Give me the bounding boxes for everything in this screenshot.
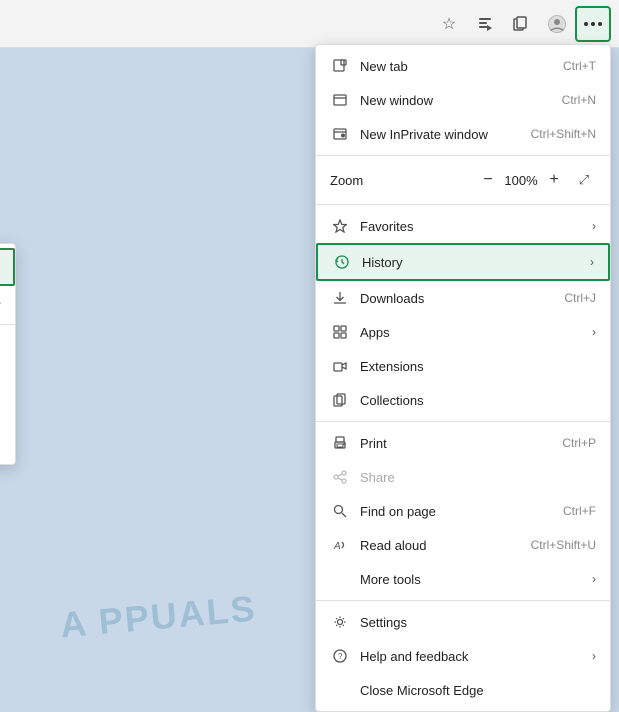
menu-label-downloads: Downloads	[360, 291, 556, 306]
menu-item-apps[interactable]: Apps ›	[316, 315, 610, 349]
menu-item-new-inprivate[interactable]: New InPrivate window Ctrl+Shift+N	[316, 117, 610, 151]
menu-label-settings: Settings	[360, 615, 596, 630]
menu-shortcut-read-aloud: Ctrl+Shift+U	[531, 538, 596, 552]
submenu-item-clear-browsing[interactable]: Clear browsing data Ctrl+Shift+Delete	[0, 286, 15, 320]
menu-label-apps: Apps	[360, 325, 588, 340]
menu-label-print: Print	[360, 436, 554, 451]
extensions-icon	[330, 356, 350, 376]
appuals-watermark: A PPUALS	[59, 588, 259, 647]
print-icon	[330, 433, 350, 453]
favorites-icon	[330, 216, 350, 236]
main-menu: New tab Ctrl+T New window Ctrl+N New InP…	[315, 44, 611, 712]
menu-label-new-inprivate: New InPrivate window	[360, 127, 523, 142]
browser-toolbar: ☆	[0, 0, 619, 48]
favorites-arrow-icon: ›	[592, 219, 596, 233]
zoom-label: Zoom	[330, 173, 474, 188]
apps-icon	[330, 322, 350, 342]
svg-text:A: A	[333, 541, 341, 552]
divider-4	[316, 600, 610, 601]
favorites-icon[interactable]: ☆	[431, 6, 467, 42]
submenu-shortcut-clear-browsing: Ctrl+Shift+Delete	[0, 296, 1, 310]
zoom-plus-button[interactable]: +	[540, 166, 568, 194]
more-icon[interactable]	[575, 6, 611, 42]
recently-closed-item-1[interactable]: b	[0, 356, 15, 382]
zoom-value: 100%	[502, 173, 540, 188]
menu-label-favorites: Favorites	[360, 219, 588, 234]
menu-item-new-window[interactable]: New window Ctrl+N	[316, 83, 610, 117]
profile-icon[interactable]	[539, 6, 575, 42]
menu-shortcut-new-inprivate: Ctrl+Shift+N	[531, 127, 596, 141]
menu-shortcut-new-tab: Ctrl+T	[563, 59, 596, 73]
menu-item-downloads[interactable]: Downloads Ctrl+J	[316, 281, 610, 315]
menu-label-help: Help and feedback	[360, 649, 588, 664]
new-tab-icon	[330, 56, 350, 76]
menu-label-history: History	[362, 255, 586, 270]
find-icon	[330, 501, 350, 521]
menu-shortcut-downloads: Ctrl+J	[564, 291, 596, 305]
menu-label-collections: Collections	[360, 393, 596, 408]
menu-item-extensions[interactable]: Extensions	[316, 349, 610, 383]
menu-label-more-tools: More tools	[360, 572, 588, 587]
menu-shortcut-print: Ctrl+P	[562, 436, 596, 450]
menu-label-extensions: Extensions	[360, 359, 596, 374]
menu-item-close-edge[interactable]: Close Microsoft Edge	[316, 673, 610, 707]
menu-label-share: Share	[360, 470, 596, 485]
history-icon	[332, 252, 352, 272]
menu-item-share: Share	[316, 460, 610, 494]
menu-item-read-aloud[interactable]: A Read aloud Ctrl+Shift+U	[316, 528, 610, 562]
menu-item-help[interactable]: ? Help and feedback ›	[316, 639, 610, 673]
apps-arrow-icon: ›	[592, 325, 596, 339]
divider-2	[316, 204, 610, 205]
divider-3	[316, 421, 610, 422]
svg-text:?: ?	[338, 652, 343, 661]
collections-icon[interactable]	[503, 6, 539, 42]
more-tools-arrow-icon: ›	[592, 572, 596, 586]
history-submenu: Manage history Ctrl+H Clear browsing dat…	[0, 243, 16, 465]
zoom-expand-button[interactable]: ⤢	[572, 168, 596, 192]
menu-item-favorites[interactable]: Favorites ›	[316, 209, 610, 243]
new-inprivate-icon	[330, 124, 350, 144]
menu-label-close-edge: Close Microsoft Edge	[360, 683, 596, 698]
close-edge-icon	[330, 680, 350, 700]
history-arrow-icon: ›	[590, 255, 594, 269]
share-icon	[330, 467, 350, 487]
downloads-icon	[330, 288, 350, 308]
menu-label-read-aloud: Read aloud	[360, 538, 523, 553]
help-arrow-icon: ›	[592, 649, 596, 663]
more-tools-icon	[330, 569, 350, 589]
zoom-minus-button[interactable]: −	[474, 166, 502, 194]
new-window-icon	[330, 90, 350, 110]
zoom-row: Zoom − 100% + ⤢	[316, 160, 610, 200]
collections-icon	[330, 390, 350, 410]
recently-closed-header: Recently closed	[0, 329, 15, 356]
menu-item-collections[interactable]: Collections	[316, 383, 610, 417]
recently-closed-item-2[interactable]: b	[0, 382, 15, 408]
reading-list-icon[interactable]	[467, 6, 503, 42]
menu-label-find: Find on page	[360, 504, 555, 519]
menu-item-history[interactable]: History › Manage history Ctrl+H	[316, 243, 610, 281]
menu-item-find[interactable]: Find on page Ctrl+F	[316, 494, 610, 528]
menu-shortcut-find: Ctrl+F	[563, 504, 596, 518]
menu-label-new-tab: New tab	[360, 59, 555, 74]
menu-item-more-tools[interactable]: More tools ›	[316, 562, 610, 596]
menu-item-new-tab[interactable]: New tab Ctrl+T	[316, 49, 610, 83]
help-icon: ?	[330, 646, 350, 666]
settings-icon	[330, 612, 350, 632]
submenu-divider	[0, 324, 15, 325]
divider-1	[316, 155, 610, 156]
submenu-item-manage-history[interactable]: Manage history Ctrl+H	[0, 248, 15, 286]
read-aloud-icon: A	[330, 535, 350, 555]
menu-item-print[interactable]: Print Ctrl+P	[316, 426, 610, 460]
recently-closed-item-4[interactable]: b	[0, 434, 15, 460]
menu-item-settings[interactable]: Settings	[316, 605, 610, 639]
menu-label-new-window: New window	[360, 93, 554, 108]
menu-shortcut-new-window: Ctrl+N	[562, 93, 596, 107]
recently-closed-item-3[interactable]: b	[0, 408, 15, 434]
